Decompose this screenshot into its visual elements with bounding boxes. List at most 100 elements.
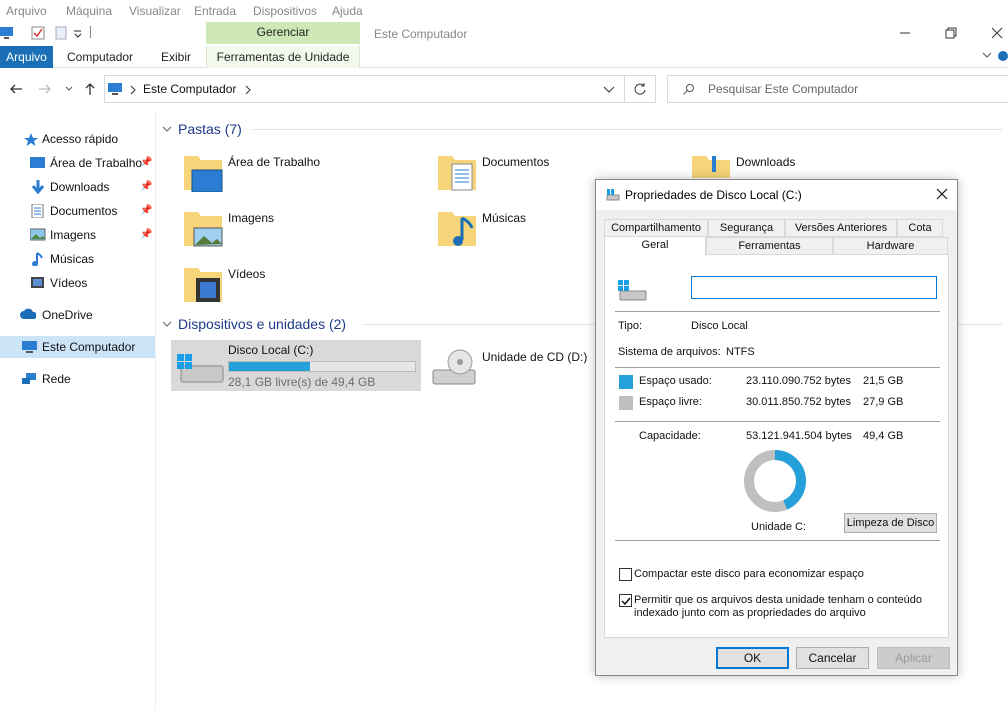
close-window-icon[interactable] [990,26,1004,40]
address-dropdown-icon[interactable] [603,85,615,95]
apply-button[interactable]: Aplicar [877,647,950,669]
ribbon-tabs [0,46,1008,68]
separator [615,311,940,312]
free-label: Espaço livre: [639,396,702,408]
vm-menu-dispositivos[interactable]: Dispositivos [253,4,317,18]
ok-button[interactable]: OK [716,647,789,669]
fs-label: Sistema de arquivos: [618,346,721,358]
tab-panel-geral: Tipo: Disco Local Sistema de arquivos: N… [604,254,949,638]
sidebar-item-onedrive[interactable]: OneDrive [0,304,155,326]
customize-toolbar-icon[interactable] [73,30,83,38]
checkmark-icon [621,597,631,606]
cancel-button[interactable]: Cancelar [796,647,869,669]
section-header-pastas[interactable]: Pastas (7) [162,121,1002,139]
drive-free-space: 28,1 GB livre(s) de 49,4 GB [228,375,376,389]
sidebar-item-rede[interactable]: Rede [0,368,155,390]
tab-seguranca[interactable]: Segurança [708,219,785,237]
back-arrow-icon[interactable] [8,82,24,96]
folder-downloads[interactable]: Downloads [688,148,818,178]
folder-label: Imagens [228,211,275,225]
video-icon [31,277,44,288]
tab-ferramentas-de-unidade[interactable]: Ferramentas de Unidade [206,46,360,68]
properties-dialog: Propriedades de Disco Local (C:) Compart… [595,179,958,676]
toolbar-divider [90,26,91,38]
music-folder-icon [438,212,476,246]
search-box[interactable]: Pesquisar Este Computador [667,75,1008,103]
section-divider [252,129,1002,130]
chevron-right-icon[interactable] [244,85,252,95]
sidebar-item-label: Acesso rápido [42,132,119,146]
vm-menu-visualizar[interactable]: Visualizar [129,4,181,18]
recent-locations-icon[interactable] [64,85,74,93]
address-bar[interactable]: Este Computador [104,75,656,103]
tab-geral[interactable]: Geral [604,236,706,256]
drive-d-tile[interactable]: Unidade de CD (D:) [428,340,593,391]
vm-menu-entrada[interactable]: Entrada [194,4,236,18]
window-title: Este Computador [374,27,468,41]
dialog-title-bar: Propriedades de Disco Local (C:) [596,180,957,210]
desktop-folder-icon [184,156,223,192]
drive-letter-label: Unidade C: [751,521,807,533]
tab-versoes-anteriores[interactable]: Versões Anteriores [785,219,897,237]
new-folder-icon[interactable] [55,26,67,40]
disk-usage-donut [744,450,806,512]
compress-label: Compactar este disco para economizar esp… [634,568,864,580]
folder-videos[interactable]: Vídeos [180,260,420,306]
documents-folder-icon [438,156,476,191]
properties-check-icon[interactable] [31,26,45,40]
chevron-down-icon [162,321,172,327]
minimize-icon[interactable] [898,28,912,38]
drive-label-input[interactable] [691,276,937,299]
sidebar-item-documentos[interactable]: Documentos 📌 [0,200,155,222]
refresh-icon[interactable] [633,82,647,96]
used-gb: 21,5 GB [863,375,904,387]
folder-area-de-trabalho[interactable]: Área de Trabalho [180,148,420,194]
folder-musicas[interactable]: Músicas [434,204,584,250]
close-icon[interactable] [936,188,948,200]
sidebar-item-este-computador[interactable]: Este Computador [0,336,155,358]
sidebar-item-musicas[interactable]: Músicas [0,248,155,270]
separator [615,540,940,541]
forward-arrow-icon[interactable] [37,82,53,96]
drive-icon [606,189,620,201]
up-arrow-icon[interactable] [82,81,98,97]
sidebar-item-imagens[interactable]: Imagens 📌 [0,224,155,246]
tab-compartilhamento[interactable]: Compartilhamento [604,219,708,237]
drive-c-tile[interactable]: Disco Local (C:) 28,1 GB livre(s) de 49,… [171,340,421,391]
cloud-icon [20,308,36,319]
folder-imagens[interactable]: Imagens [180,204,420,250]
folder-label: Vídeos [228,267,266,281]
tab-gerenciar[interactable]: Gerenciar [206,22,360,44]
vm-menu-ajuda[interactable]: Ajuda [332,4,363,18]
vm-menu-maquina[interactable]: Máquina [66,4,112,18]
pin-icon: 📌 [140,229,153,240]
chevron-right-icon[interactable] [129,85,137,95]
tab-ferramentas[interactable]: Ferramentas [706,237,833,255]
disk-cleanup-button[interactable]: Limpeza de Disco [844,513,937,533]
tab-exibir[interactable]: Exibir [161,50,191,64]
pin-icon: 📌 [140,181,153,192]
pin-icon: 📌 [140,157,153,168]
tab-hardware[interactable]: Hardware [833,237,948,255]
sidebar-item-videos[interactable]: Vídeos [0,272,155,294]
compress-checkbox[interactable] [619,568,632,581]
sidebar-item-label: Vídeos [50,276,88,290]
restore-icon[interactable] [944,26,958,40]
index-checkbox[interactable] [619,594,632,607]
sidebar-item-downloads[interactable]: Downloads 📌 [0,176,155,198]
folder-label: Documentos [482,155,550,169]
type-label: Tipo: [618,320,643,332]
breadcrumb-este-computador[interactable]: Este Computador [143,82,236,96]
help-icon[interactable] [997,50,1008,62]
tab-cota[interactable]: Cota [897,219,943,237]
expand-ribbon-icon[interactable] [982,52,992,60]
vm-menu-arquivo[interactable]: Arquivo [6,4,47,18]
sidebar-item-area-de-trabalho[interactable]: Área de Trabalho 📌 [0,152,155,174]
type-value: Disco Local [691,320,748,332]
sidebar-item-acesso-rapido[interactable]: Acesso rápido [0,128,155,150]
fs-value: NTFS [726,346,755,358]
separator [615,367,940,368]
tab-arquivo[interactable]: Arquivo [0,46,53,68]
tab-computador[interactable]: Computador [67,50,133,64]
sidebar-item-label: Este Computador [42,340,136,354]
